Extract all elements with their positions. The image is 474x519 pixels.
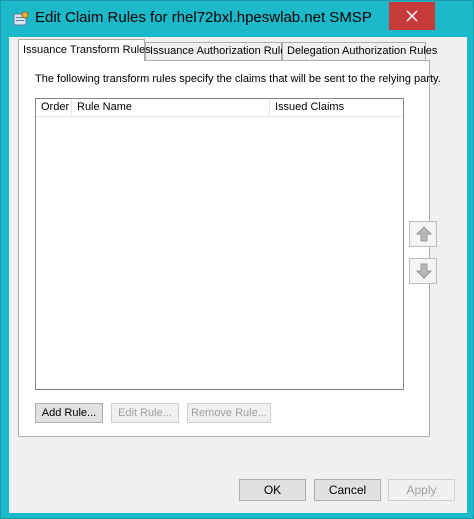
move-down-button[interactable] — [409, 258, 437, 284]
panel-description: The following transform rules specify th… — [35, 73, 441, 85]
window-title: Edit Claim Rules for rhel72bxl.hpeswlab.… — [35, 9, 373, 26]
tab-delegation-authorization-rules[interactable]: Delegation Authorization Rules — [282, 42, 437, 60]
title-bar[interactable]: Edit Claim Rules for rhel72bxl.hpeswlab.… — [1, 1, 473, 37]
tab-issuance-transform-rules[interactable]: Issuance Transform Rules — [18, 39, 151, 61]
ok-button[interactable]: OK — [239, 479, 306, 501]
column-header-rule-name[interactable]: Rule Name — [72, 99, 270, 116]
list-header: Order Rule Name Issued Claims — [36, 99, 403, 117]
close-icon — [406, 10, 418, 22]
column-header-issued-claims[interactable]: Issued Claims — [270, 99, 401, 116]
rules-list[interactable]: Order Rule Name Issued Claims — [35, 98, 404, 390]
add-rule-button[interactable]: Add Rule... — [35, 403, 103, 423]
claim-rules-icon — [13, 11, 29, 27]
cancel-button[interactable]: Cancel — [314, 479, 381, 501]
remove-rule-button[interactable]: Remove Rule... — [187, 403, 271, 423]
arrow-up-icon — [416, 226, 432, 242]
column-header-order[interactable]: Order — [36, 99, 72, 116]
apply-button[interactable]: Apply — [388, 479, 455, 501]
tab-issuance-authorization-rules[interactable]: Issuance Authorization Rules — [145, 42, 292, 60]
tab-panel: The following transform rules specify th… — [18, 60, 441, 437]
edit-rule-button[interactable]: Edit Rule... — [111, 403, 179, 423]
dialog-window: Edit Claim Rules for rhel72bxl.hpeswlab.… — [0, 0, 474, 519]
close-button[interactable] — [389, 2, 435, 30]
arrow-down-icon — [416, 263, 432, 279]
move-up-button[interactable] — [409, 221, 437, 247]
dialog-body: Issuance Transform Rules Issuance Author… — [9, 37, 467, 513]
